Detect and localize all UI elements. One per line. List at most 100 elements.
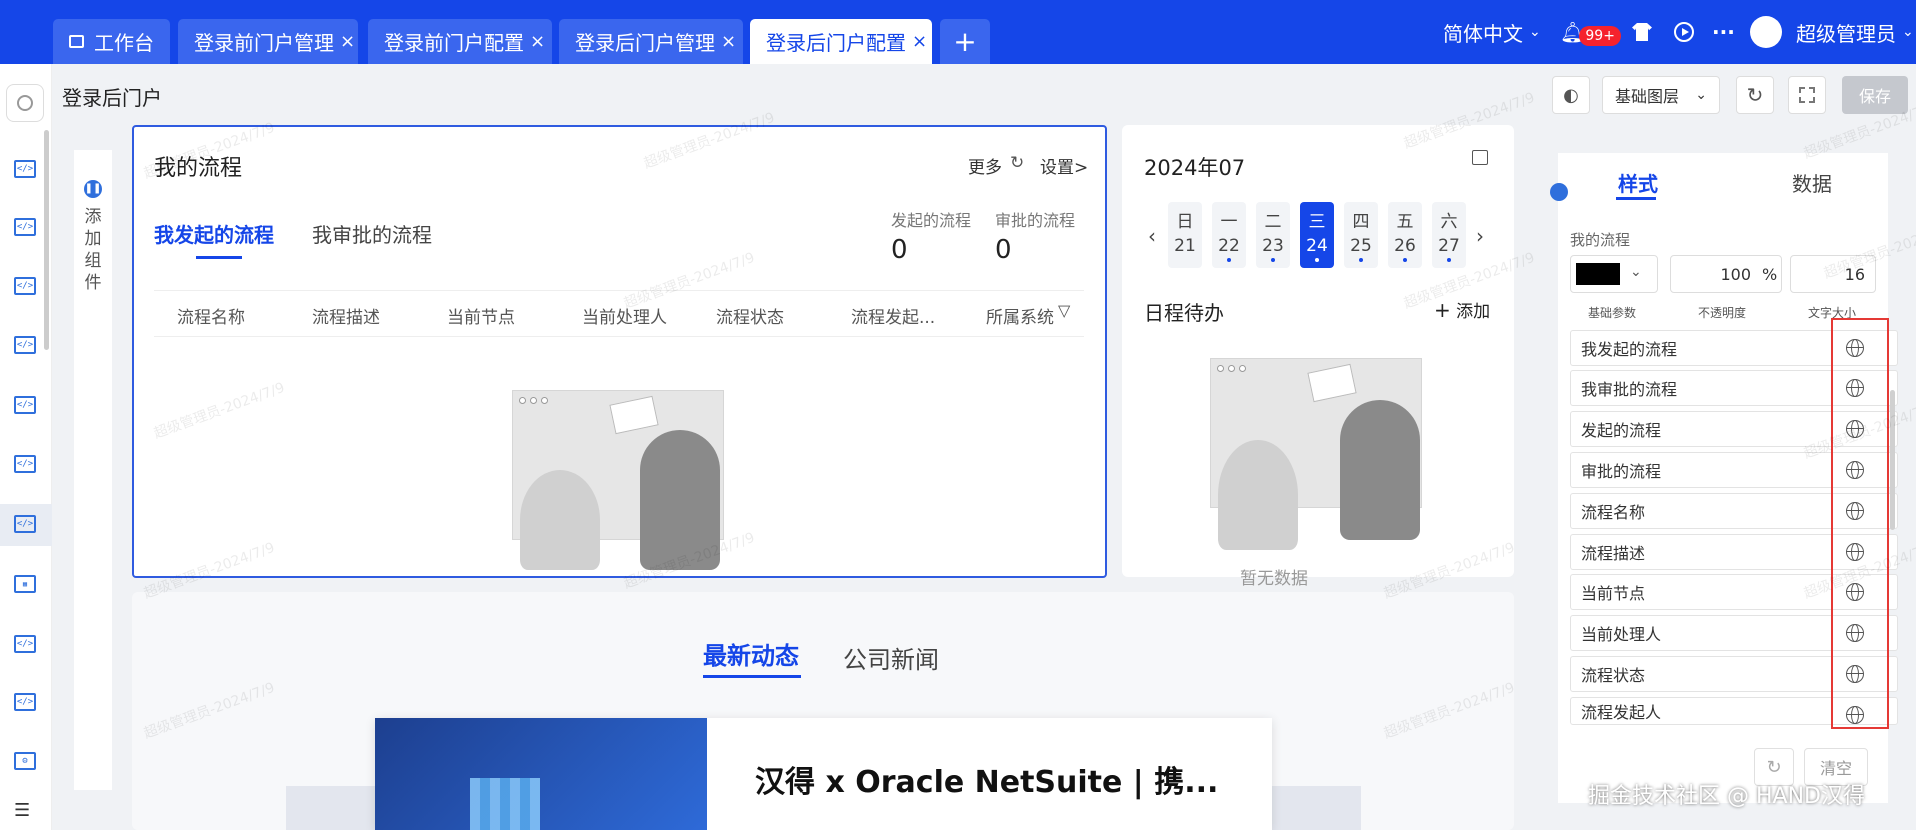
- search-button[interactable]: [6, 84, 44, 122]
- more-link[interactable]: 更多: [968, 153, 1002, 178]
- fullscreen-button[interactable]: [1788, 76, 1826, 114]
- footer-watermark: 掘金技术社区 @ HAND汉得: [1588, 784, 1865, 809]
- palette-button[interactable]: ◐: [1552, 76, 1590, 114]
- label-text: 我审批的流程: [1581, 380, 1678, 399]
- layer-select-value: 基础图层: [1615, 87, 1680, 106]
- code-component-icon[interactable]: </>: [14, 635, 36, 653]
- opacity-unit: %: [1762, 265, 1778, 284]
- tab-label: 登录后门户配置: [766, 31, 906, 55]
- tab-pre-login-portal-config[interactable]: 登录前门户配置 ×: [368, 19, 552, 64]
- close-icon[interactable]: ×: [530, 31, 545, 52]
- calendar-day[interactable]: 六 27: [1432, 202, 1466, 268]
- event-dot: [1271, 258, 1275, 262]
- news-headline[interactable]: 汉得 x Oracle NetSuite | 携...: [755, 757, 1218, 801]
- tab-label: 工作台: [94, 31, 154, 55]
- no-data-text: 暂无数据: [1240, 569, 1308, 589]
- chevron-down-icon: ⌄: [1529, 24, 1541, 40]
- expand-icon[interactable]: ❚❚: [84, 180, 102, 198]
- add-component-label: 添加组件: [84, 207, 102, 293]
- weekday-label: 日: [1176, 212, 1194, 232]
- tab-label: 登录后门户管理: [575, 31, 715, 55]
- font-size-input[interactable]: 16: [1790, 255, 1876, 293]
- page-title: 登录后门户: [62, 86, 162, 110]
- tab-data[interactable]: 数据: [1792, 168, 1832, 197]
- notification-badge: 99+: [1579, 26, 1621, 46]
- tab-latest-news[interactable]: 最新动态: [703, 636, 799, 671]
- code-component-icon[interactable]: </>: [14, 693, 36, 711]
- more-icon[interactable]: ···: [1712, 14, 1735, 50]
- section-label: 我的流程: [1570, 231, 1631, 249]
- add-tab-button[interactable]: +: [940, 19, 990, 64]
- calendar-card[interactable]: [1122, 125, 1514, 577]
- code-component-icon[interactable]: </>: [14, 277, 36, 295]
- chevron-right-icon[interactable]: ›: [1476, 224, 1484, 248]
- add-component-panel[interactable]: ❚❚ 添加组件: [74, 150, 112, 790]
- calendar-icon[interactable]: [1472, 150, 1488, 165]
- tab-post-login-portal-manage[interactable]: 登录后门户管理 ×: [559, 19, 743, 64]
- active-tab-indicator: [703, 675, 801, 678]
- param-label: 不透明度: [1698, 306, 1747, 320]
- close-icon[interactable]: ×: [912, 31, 927, 52]
- label-text: 流程描述: [1581, 544, 1646, 563]
- add-schedule-button[interactable]: + 添加: [1434, 297, 1490, 322]
- schedule-title: 日程待办: [1144, 301, 1224, 325]
- close-icon[interactable]: ×: [340, 31, 355, 52]
- color-swatch: [1576, 263, 1620, 285]
- tab-workbench[interactable]: 工作台: [53, 19, 170, 64]
- tab-post-login-portal-config[interactable]: 登录后门户配置 ×: [750, 19, 932, 64]
- day-number: 27: [1438, 236, 1460, 256]
- tab-my-approval[interactable]: 我审批的流程: [312, 219, 432, 248]
- calendar-day[interactable]: 日 21: [1168, 202, 1202, 268]
- code-component-icon[interactable]: </>: [14, 515, 36, 533]
- fullscreen-icon: [1799, 87, 1815, 103]
- layer-select[interactable]: 基础图层 ⌄: [1602, 76, 1720, 114]
- close-icon[interactable]: ×: [721, 31, 736, 52]
- code-component-icon[interactable]: </>: [14, 396, 36, 414]
- settings-component-icon[interactable]: ⚙: [14, 752, 36, 770]
- column-header: 流程描述: [312, 308, 380, 328]
- calendar-day[interactable]: 五 26: [1388, 202, 1422, 268]
- language-selector[interactable]: 简体中文 ⌄: [1443, 14, 1541, 50]
- calendar-day[interactable]: 四 25: [1344, 202, 1378, 268]
- code-component-icon[interactable]: </>: [14, 455, 36, 473]
- calendar-title: 2024年07: [1144, 156, 1246, 180]
- calendar-day[interactable]: 二 23: [1256, 202, 1290, 268]
- code-component-icon[interactable]: </>: [14, 160, 36, 178]
- collapse-menu-icon[interactable]: ☰: [14, 800, 30, 821]
- illustration-person: [640, 430, 720, 570]
- table-icon[interactable]: ▦: [14, 575, 36, 593]
- filter-icon[interactable]: ▽: [1058, 301, 1070, 320]
- chevron-left-icon[interactable]: ‹: [1148, 224, 1156, 248]
- code-component-icon[interactable]: </>: [14, 336, 36, 354]
- user-name[interactable]: 超级管理员 ⌄: [1796, 14, 1914, 50]
- event-dot: [1227, 258, 1231, 262]
- chevron-down-icon: ⌄: [1695, 87, 1707, 103]
- tab-pre-login-portal-manage[interactable]: 登录前门户管理 ×: [178, 19, 358, 64]
- play-circle-icon[interactable]: [1674, 14, 1694, 50]
- divider: [154, 336, 1084, 337]
- code-component-icon[interactable]: </>: [14, 218, 36, 236]
- notification-button[interactable]: 🔔︎ 99+: [1560, 14, 1621, 50]
- calendar-day[interactable]: 三 24: [1300, 202, 1334, 268]
- plus-icon: +: [1434, 298, 1451, 322]
- panel-scrollbar[interactable]: [1890, 390, 1895, 530]
- settings-link[interactable]: 设置>: [1040, 153, 1088, 178]
- reload-icon[interactable]: ↻: [1736, 76, 1774, 114]
- column-header: 当前节点: [447, 308, 515, 328]
- shirt-icon[interactable]: [1632, 14, 1652, 50]
- calendar-day[interactable]: 一 22: [1212, 202, 1246, 268]
- label-text: 流程状态: [1581, 666, 1646, 685]
- tab-style[interactable]: 样式: [1618, 168, 1658, 197]
- workflow-title: 我的流程: [154, 156, 243, 181]
- weekday-label: 三: [1308, 212, 1326, 232]
- rail-scrollbar[interactable]: [44, 130, 49, 350]
- save-button[interactable]: 保存: [1842, 76, 1908, 114]
- column-header: 所属系统: [986, 308, 1054, 328]
- tab-company-news[interactable]: 公司新闻: [843, 640, 939, 675]
- tab-my-initiated[interactable]: 我发起的流程: [154, 219, 274, 248]
- palette-icon: ◐: [1563, 84, 1579, 106]
- illustration-plant: [1218, 440, 1298, 550]
- refresh-icon[interactable]: ↻: [1010, 153, 1024, 173]
- avatar[interactable]: [1750, 16, 1782, 48]
- collapse-panel-icon[interactable]: [1550, 183, 1568, 201]
